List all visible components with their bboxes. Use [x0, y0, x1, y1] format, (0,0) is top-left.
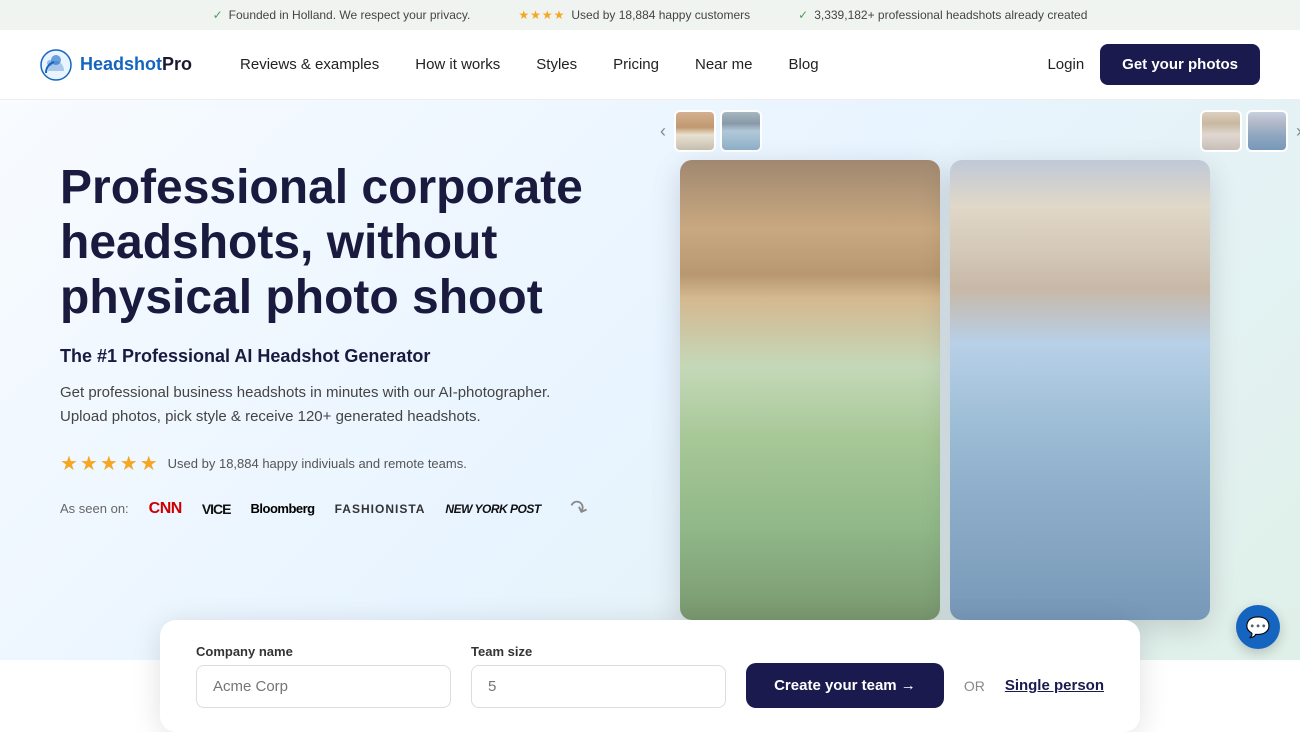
star-icons-top: ★★★★ — [518, 8, 565, 22]
header-actions: Login Get your photos — [1047, 44, 1260, 85]
create-team-button[interactable]: Create your team → — [746, 663, 944, 708]
as-seen-label: As seen on: — [60, 501, 129, 516]
nav-near[interactable]: Near me — [695, 56, 753, 73]
hero-section: Professional corporate headshots, withou… — [0, 100, 1300, 660]
thumb-4 — [1246, 110, 1288, 152]
thumb-1 — [674, 110, 716, 152]
hero-star-icons: ★★★★★ — [60, 451, 160, 476]
company-field: Company name — [196, 644, 451, 708]
nav-reviews[interactable]: Reviews & examples — [240, 56, 379, 73]
header: HeadshotPro Reviews & examples How it wo… — [0, 30, 1300, 100]
hero-subtitle: The #1 Professional AI Headshot Generato… — [60, 346, 640, 367]
topbar-item-2: ★★★★ Used by 18,884 happy customers — [518, 8, 750, 22]
topbar-text-3: 3,339,182+ professional headshots alread… — [814, 8, 1087, 22]
top-bar: ✓ Founded in Holland. We respect your pr… — [0, 0, 1300, 30]
chat-widget[interactable]: 💬 — [1236, 605, 1280, 649]
hero-stars-text: Used by 18,884 happy indiviuals and remo… — [168, 456, 467, 471]
nav-styles[interactable]: Styles — [536, 56, 577, 73]
nav-pricing[interactable]: Pricing — [613, 56, 659, 73]
headshot-female — [950, 160, 1210, 620]
topbar-item-1: ✓ Founded in Holland. We respect your pr… — [213, 8, 471, 22]
thumb-2 — [720, 110, 762, 152]
hero-rating: ★★★★★ Used by 18,884 happy indiviuals an… — [60, 451, 640, 476]
nav-how[interactable]: How it works — [415, 56, 500, 73]
curved-arrow-icon: ↷ — [565, 493, 591, 524]
brand-fashionista: FASHIONISTA — [335, 502, 426, 516]
main-nav: Reviews & examples How it works Styles P… — [240, 56, 1047, 73]
hero-images: ‹ › — [680, 100, 1300, 660]
team-size-input[interactable] — [471, 665, 726, 708]
team-form: Company name Team size Create your team … — [160, 620, 1140, 732]
brand-vice: VICE — [202, 501, 231, 517]
check-icon-2: ✓ — [798, 8, 808, 22]
brand-bloomberg: Bloomberg — [251, 501, 315, 516]
team-size-label: Team size — [471, 644, 726, 659]
hero-content: Professional corporate headshots, withou… — [0, 100, 680, 562]
company-label: Company name — [196, 644, 451, 659]
topbar-item-3: ✓ 3,339,182+ professional headshots alre… — [798, 8, 1087, 22]
thumbnails-right: › — [1200, 110, 1300, 152]
brand-nypost: NEW YORK POST — [445, 502, 540, 516]
login-button[interactable]: Login — [1047, 56, 1084, 73]
single-person-link[interactable]: Single person — [1005, 677, 1104, 708]
nav-blog[interactable]: Blog — [789, 56, 819, 73]
logo-text: HeadshotPro — [80, 54, 192, 75]
check-icon-1: ✓ — [213, 8, 223, 22]
topbar-text-1: Founded in Holland. We respect your priv… — [229, 8, 471, 22]
logo-icon — [40, 49, 72, 81]
brand-cnn: CNN — [149, 500, 182, 518]
get-photos-button[interactable]: Get your photos — [1100, 44, 1260, 85]
team-size-field: Team size — [471, 644, 726, 708]
topbar-text-2: Used by 18,884 happy customers — [571, 8, 750, 22]
as-seen-on: As seen on: CNN VICE Bloomberg FASHIONIS… — [60, 496, 640, 522]
or-divider: OR — [964, 678, 985, 708]
thumb-3 — [1200, 110, 1242, 152]
headshot-male — [680, 160, 940, 620]
chat-icon: 💬 — [1246, 615, 1271, 640]
logo-link[interactable]: HeadshotPro — [40, 49, 192, 81]
hero-title: Professional corporate headshots, withou… — [60, 160, 640, 326]
company-input[interactable] — [196, 665, 451, 708]
right-arrow-icon: › — [1296, 121, 1300, 142]
hero-description: Get professional business headshots in m… — [60, 381, 560, 429]
